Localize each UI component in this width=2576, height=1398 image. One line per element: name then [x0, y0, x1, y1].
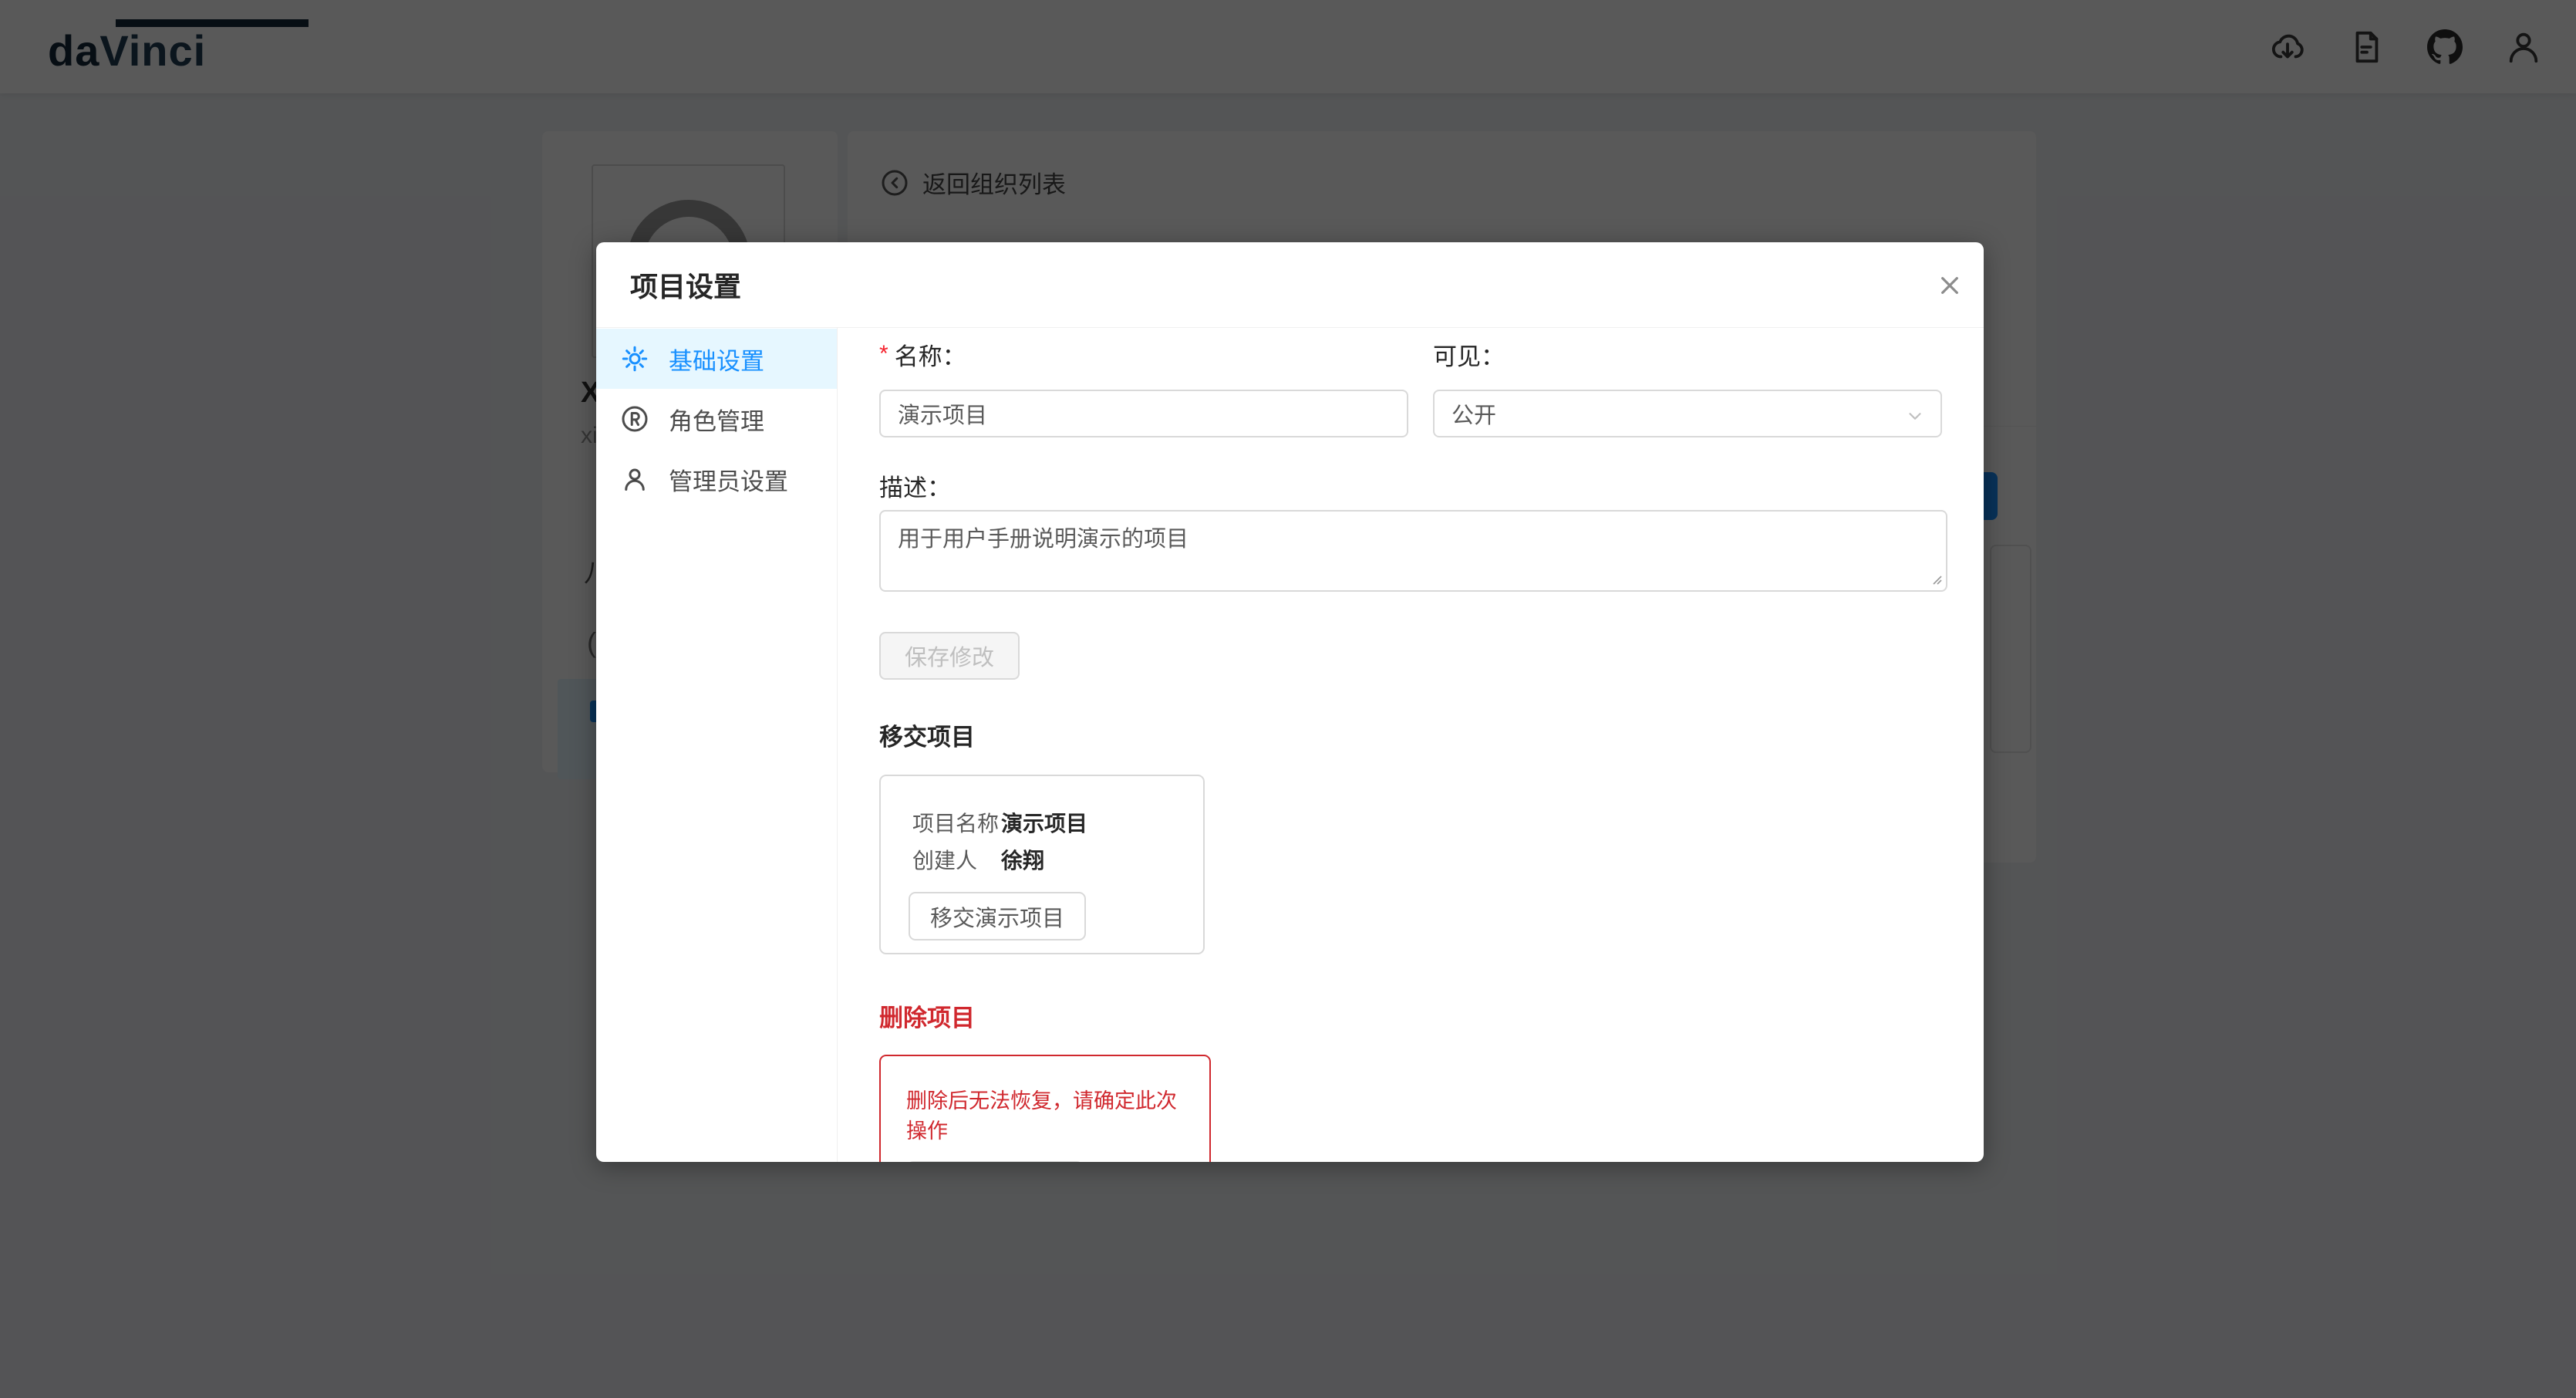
- save-changes-button[interactable]: 保存修改: [879, 632, 1020, 680]
- sidebar-item-label: 角色管理: [669, 402, 764, 437]
- delete-project-panel: 删除后无法恢复，请确定此次操作 删除演示项目: [879, 1055, 1211, 1162]
- sidebar-item-role-management[interactable]: 角色管理: [596, 389, 837, 449]
- modal-title: 项目设置: [630, 265, 741, 305]
- modal-body: 基础设置 角色管理 管理员设置 * 名称：: [596, 328, 1984, 1162]
- gear-icon: [621, 345, 649, 373]
- project-settings-modal: 项目设置 基础设置 角色管理 管理员设置 *: [596, 242, 1984, 1162]
- name-label: * 名称：: [879, 337, 1408, 371]
- transfer-project-button[interactable]: 移交演示项目: [909, 892, 1086, 940]
- visibility-label: 可见：: [1433, 337, 1942, 371]
- visibility-select[interactable]: 公开: [1433, 390, 1942, 437]
- basic-settings-panel: * 名称： 可见： 公开 描述：: [838, 328, 1984, 1162]
- transfer-project-heading: 移交项目: [879, 718, 1947, 752]
- visibility-selected-value: 公开: [1452, 397, 1496, 430]
- transfer-row-creator: 创建人 徐翔: [912, 844, 1203, 881]
- required-asterisk: *: [879, 341, 888, 367]
- transfer-project-panel: 项目名称 演示项目 创建人 徐翔 移交演示项目: [879, 775, 1205, 954]
- sidebar-item-label: 管理员设置: [669, 462, 788, 497]
- sidebar-item-basic-settings[interactable]: 基础设置: [596, 329, 837, 389]
- description-field-wrap: 用于用户手册说明演示的项目: [879, 510, 1947, 592]
- project-name-input[interactable]: [879, 390, 1408, 437]
- user-icon: [621, 465, 649, 493]
- delete-project-heading: 删除项目: [879, 998, 1947, 1033]
- delete-project-button[interactable]: 删除演示项目: [906, 1161, 1084, 1162]
- sidebar-item-label: 基础设置: [669, 342, 764, 377]
- chevron-down-icon: [1905, 406, 1925, 426]
- modal-sidebar: 基础设置 角色管理 管理员设置: [596, 328, 838, 1162]
- registered-circle-icon: [621, 405, 649, 433]
- delete-warning-text: 删除后无法恢复，请确定此次操作: [906, 1084, 1188, 1144]
- transfer-row-project-name: 项目名称 演示项目: [912, 807, 1203, 844]
- sidebar-item-admin-settings[interactable]: 管理员设置: [596, 449, 837, 509]
- close-icon[interactable]: [1936, 272, 1964, 299]
- modal-header: 项目设置: [596, 242, 1984, 328]
- description-label: 描述：: [879, 468, 1947, 502]
- project-description-textarea[interactable]: 用于用户手册说明演示的项目: [879, 510, 1947, 592]
